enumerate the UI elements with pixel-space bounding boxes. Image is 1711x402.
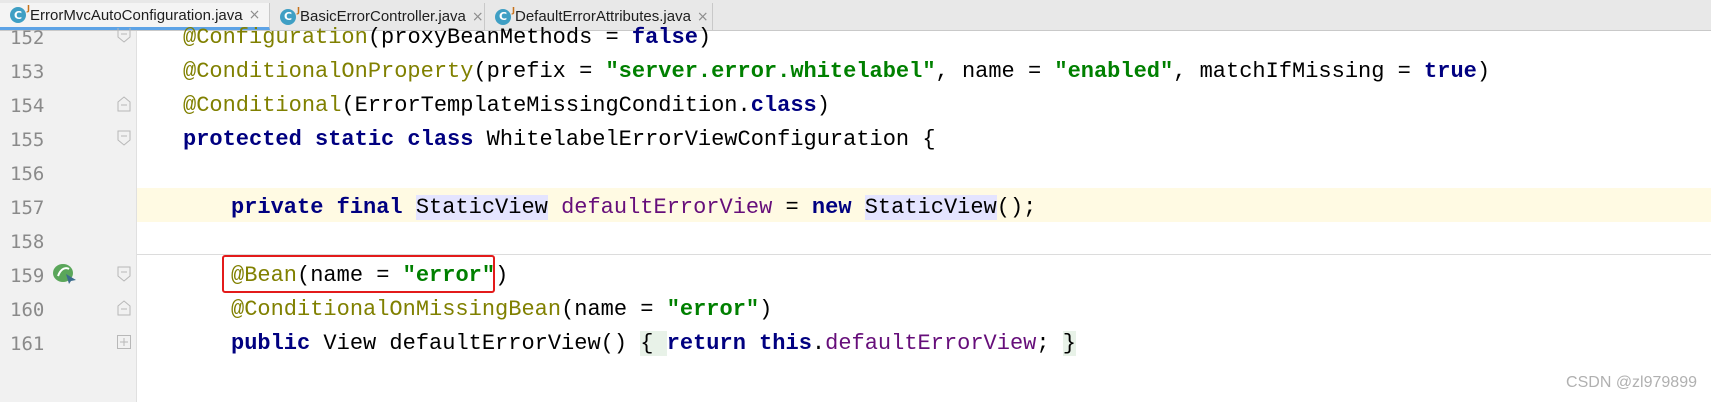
fold-expand-icon[interactable]	[116, 334, 132, 350]
line-number: 160	[10, 299, 45, 321]
fold-collapse-icon[interactable]	[116, 130, 132, 146]
line-number: 161	[10, 333, 45, 355]
code-editor[interactable]: @Configuration(proxyBeanMethods = false)…	[137, 25, 1711, 402]
code-line-155: protected static class WhitelabelErrorVi…	[183, 127, 936, 152]
code-line-160: @ConditionalOnMissingBean(name = "error"…	[231, 297, 773, 322]
highlight-box	[222, 255, 495, 293]
code-line-161: public View defaultErrorView() { return …	[231, 331, 1076, 356]
fold-end-icon[interactable]	[116, 300, 132, 316]
code-line-157: private final StaticView defaultErrorVie…	[231, 195, 1037, 220]
fold-collapse-icon[interactable]	[116, 266, 132, 282]
bean-navigation-icon[interactable]	[52, 262, 78, 289]
code-line-154: @Conditional(ErrorTemplateMissingConditi…	[183, 93, 830, 118]
line-number: 155	[10, 129, 45, 151]
watermark: CSDN @zl979899	[1566, 374, 1697, 391]
line-number: 152	[10, 27, 45, 49]
line-number: 156	[10, 163, 45, 185]
line-number: 157	[10, 197, 45, 219]
line-number: 159	[10, 265, 45, 287]
line-number: 154	[10, 95, 45, 117]
code-line-152: @Configuration(proxyBeanMethods = false)	[183, 25, 712, 50]
java-class-icon: CJ	[10, 4, 30, 23]
line-number: 153	[10, 61, 45, 83]
fold-end-icon[interactable]	[116, 28, 132, 44]
code-line-153: @ConditionalOnProperty(prefix = "server.…	[183, 59, 1491, 84]
line-number: 158	[10, 231, 45, 253]
fold-collapse-icon[interactable]	[116, 96, 132, 112]
